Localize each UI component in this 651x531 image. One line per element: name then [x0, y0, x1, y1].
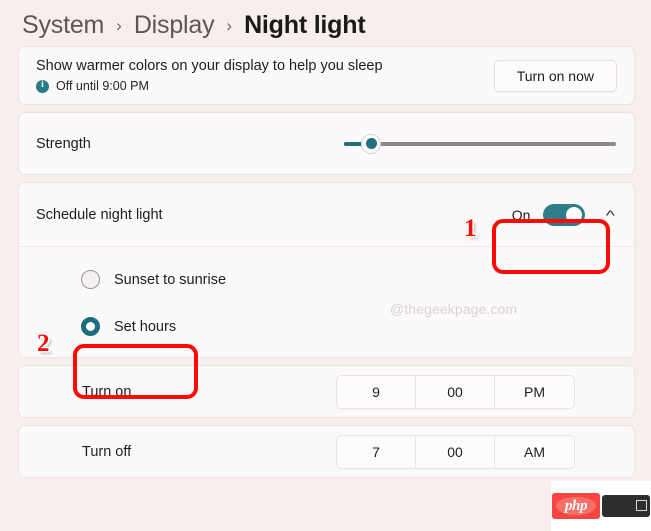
warmer-colors-status: i Off until 9:00 PM	[36, 79, 383, 93]
breadcrumb-item-system[interactable]: System	[22, 11, 104, 40]
turn-on-minute-field[interactable]: 00	[416, 375, 495, 408]
php-logo-icon: php	[552, 493, 600, 519]
php-watermark-badge: php	[551, 481, 651, 531]
turn-off-meridiem-field[interactable]: AM	[495, 436, 574, 468]
turn-on-hour-field[interactable]: 9	[337, 375, 416, 408]
slider-thumb[interactable]	[361, 133, 381, 154]
schedule-options-group: Sunset to sunrise Set hours	[19, 247, 634, 357]
schedule-controls: On ^	[498, 197, 617, 233]
warmer-colors-title: Show warmer colors on your display to he…	[36, 58, 383, 74]
turn-off-label: Turn off	[82, 443, 132, 460]
strength-slider[interactable]	[344, 133, 616, 155]
schedule-night-light-label: Schedule night light	[36, 206, 163, 223]
breadcrumb: System › Display › Night light	[0, 0, 651, 46]
info-icon: i	[36, 79, 49, 93]
breadcrumb-item-display[interactable]: Display	[134, 11, 215, 40]
turn-off-minute-field[interactable]: 00	[416, 435, 495, 468]
warmer-colors-text-group: Show warmer colors on your display to he…	[36, 58, 383, 93]
page-title: Night light	[244, 11, 366, 39]
turn-on-label: Turn on	[82, 383, 132, 400]
strength-label: Strength	[36, 135, 91, 152]
breadcrumb-separator-icon: ›	[116, 16, 122, 35]
warmer-colors-status-text: Off until 9:00 PM	[56, 79, 149, 93]
php-badge-pill	[602, 495, 650, 517]
turn-on-meridiem-field[interactable]: PM	[495, 376, 574, 408]
radio-option-sunset-to-sunrise[interactable]: Sunset to sunrise	[53, 263, 226, 296]
chevron-up-icon[interactable]: ^	[593, 207, 621, 223]
radio-icon-selected[interactable]	[81, 317, 100, 336]
turn-on-time-picker: 9 00 PM	[336, 374, 575, 409]
turn-off-time-picker: 7 00 AM	[336, 434, 575, 469]
radio-label-sunset-to-sunrise: Sunset to sunrise	[114, 271, 227, 288]
radio-label-set-hours: Set hours	[114, 318, 177, 335]
php-logo-text: php	[564, 497, 588, 514]
slider-track[interactable]	[344, 141, 616, 146]
strength-card: Strength	[18, 112, 635, 175]
schedule-toggle-switch[interactable]	[543, 203, 586, 226]
radio-option-set-hours[interactable]: Set hours	[53, 310, 176, 343]
radio-icon[interactable]	[81, 270, 100, 289]
schedule-header-row: Schedule night light On ^	[19, 183, 634, 246]
breadcrumb-separator-icon: ›	[226, 16, 233, 35]
schedule-night-light-card: Schedule night light On ^ Sunset to sunr…	[18, 182, 635, 358]
schedule-toggle-state-label: On	[511, 206, 531, 223]
schedule-toggle-group[interactable]: On	[498, 197, 597, 233]
turn-on-now-button[interactable]: Turn on now	[493, 59, 617, 92]
turn-off-row: Turn off 7 00 AM	[18, 425, 635, 478]
turn-off-hour-field[interactable]: 7	[337, 435, 416, 468]
turn-on-row: Turn on 9 00 PM	[18, 365, 635, 418]
warmer-colors-card: Show warmer colors on your display to he…	[18, 46, 635, 105]
